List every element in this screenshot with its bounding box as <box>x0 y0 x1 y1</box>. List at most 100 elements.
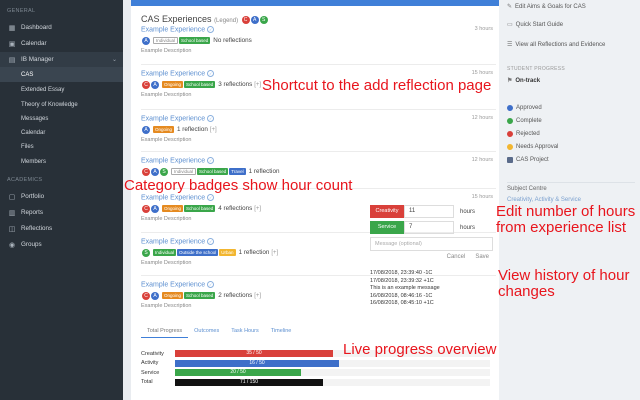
sidebar-item-reports[interactable]: ▥ Reports <box>0 205 123 220</box>
check-icon: ✓ <box>207 194 215 201</box>
experience-title[interactable]: Example Experience ✓ <box>141 115 496 122</box>
status-badge: ⚑ On-track <box>507 77 541 85</box>
experience-item: Example Experience ✓ 3 hours A Individual Sch… <box>141 26 496 54</box>
view-reflections-link[interactable]: ☰ View all Reflections and Evidence <box>507 41 605 49</box>
sidebar-item-dashboard[interactable]: ▦ Dashboard <box>0 20 123 35</box>
complete-icon <box>507 118 513 124</box>
tag-badge: Individual <box>153 37 179 45</box>
save-button[interactable]: Save <box>475 254 489 260</box>
experience-item: Example Experience ✓ 12 hours C A S Individual… <box>141 157 496 176</box>
experience-item: Example Experience ✓ 12 hours A Ongoing 1 ref… <box>141 115 496 143</box>
flag-icon: ⚑ <box>507 78 513 84</box>
progress-track: 71 / 150 <box>175 378 490 386</box>
history-item: 17/08/2018, 23:39:32 +1C <box>370 277 434 284</box>
check-icon: ✓ <box>207 26 215 33</box>
legend-needs-approval: Needs Approval <box>507 144 558 150</box>
groups-icon: ◉ <box>8 241 16 249</box>
progress-row: Activity 16 / 50 <box>141 359 491 369</box>
divider <box>141 151 496 152</box>
category-badge: C <box>142 291 150 300</box>
hour-history-list: 17/08/2018, 23:39:40 -1C 17/08/2018, 23:… <box>370 270 493 308</box>
main-content: CAS Experiences (Legend) CAS Example Exp… <box>131 0 499 400</box>
sidebar-item-extended-essay[interactable]: Extended Essay <box>0 82 123 97</box>
experience-title[interactable]: Example Experience ✓ <box>141 194 496 201</box>
divider <box>141 109 496 110</box>
annotation-shortcut: Shortcut to the add reflection page <box>262 77 492 94</box>
progress-tabs: Total Progress Outcomes Task Hours Timel… <box>141 325 297 338</box>
add-reflection-button[interactable]: [+] <box>254 206 261 212</box>
chevron-down-icon: ⌄ <box>111 57 117 63</box>
tab-total-progress[interactable]: Total Progress <box>141 325 189 338</box>
sidebar-item-members[interactable]: Members <box>0 154 123 169</box>
creativity-tag: Creativity <box>370 205 404 218</box>
history-item: 16/08/2018, 08:46:16 -1C <box>370 292 433 299</box>
progress-row: Total 71 / 150 <box>141 378 491 388</box>
sidebar-item-files[interactable]: Files <box>0 139 123 154</box>
experience-description: Example Description <box>141 137 192 144</box>
progress-text: 20 / 50 <box>230 369 246 376</box>
experience-title[interactable]: Example Experience ✓ <box>141 26 496 33</box>
tag-badge: Ongoing <box>162 292 184 300</box>
add-reflection-button[interactable]: [+] <box>271 250 278 256</box>
tab-task-hours[interactable]: Task Hours <box>225 325 265 338</box>
category-badge: A <box>142 125 150 134</box>
hour-row-service: Service 7 hours <box>370 221 493 234</box>
add-reflection-button[interactable]: [+] <box>210 127 217 133</box>
needs-approval-icon <box>507 144 513 150</box>
category-badge: A <box>151 204 159 213</box>
reflections-count: 3 reflections <box>218 81 253 89</box>
progress-text: 35 / 50 <box>246 350 262 357</box>
sidebar-section-general: GENERAL <box>7 8 36 14</box>
sidebar-item-groups[interactable]: ◉ Groups <box>0 237 123 252</box>
progress-row: Service 20 / 50 <box>141 368 491 378</box>
check-icon: ✓ <box>207 281 215 288</box>
category-badge: A <box>151 167 159 176</box>
sidebar-item-cas[interactable]: CAS <box>0 67 123 82</box>
legend-rejected: Rejected <box>507 131 540 137</box>
message-input[interactable]: Message (optional) <box>370 237 493 251</box>
tab-outcomes[interactable]: Outcomes <box>188 325 225 338</box>
experience-description: Example Description <box>141 260 192 267</box>
tag-badge: School based <box>197 168 229 176</box>
legend-service: S <box>259 15 268 24</box>
reflections-count: 1 reflection <box>177 126 208 134</box>
add-reflection-button[interactable]: [+] <box>254 293 261 299</box>
add-reflection-button[interactable]: [+] <box>254 82 261 88</box>
reflections-count: 1 reflection <box>238 249 270 257</box>
sidebar-item-sub-calendar[interactable]: Calendar <box>0 125 123 140</box>
quick-start-link[interactable]: ▭ Quick Start Guide <box>507 21 563 29</box>
sidebar-item-reflections[interactable]: ◫ Reflections <box>0 221 123 236</box>
check-icon: ✓ <box>207 238 215 245</box>
tag-badge: Ongoing <box>162 81 184 89</box>
edit-hours-panel: Creativity 11 hours Service 7 hours Mess… <box>370 205 493 260</box>
progress-label: Total <box>141 379 153 386</box>
reflections-count: No reflections <box>213 37 252 45</box>
sidebar-item-messages[interactable]: Messages <box>0 111 123 126</box>
tab-timeline[interactable]: Timeline <box>265 325 298 338</box>
sidebar-item-calendar[interactable]: ▣ Calendar <box>0 36 123 51</box>
tag-badge: Ongoing <box>153 126 175 134</box>
check-icon: ✓ <box>207 115 215 122</box>
tag-badge: Travel <box>229 168 246 176</box>
progress-text: 71 / 150 <box>239 378 259 385</box>
experience-title[interactable]: Example Experience ✓ <box>141 157 496 164</box>
tag-badge: School based <box>179 37 211 45</box>
reflections-icon: ◫ <box>8 225 16 233</box>
progress-label: Activity <box>141 360 159 367</box>
tag-badge: Outside the school <box>177 249 219 257</box>
category-badge: A <box>151 80 159 89</box>
history-item: 17/08/2018, 23:39:40 -1C <box>370 270 433 276</box>
cas-project-icon <box>507 157 513 163</box>
sidebar-item-portfolio[interactable]: ▢ Portfolio <box>0 189 123 204</box>
service-hours-input[interactable]: 7 <box>404 221 454 234</box>
creativity-hours-input[interactable]: 11 <box>404 205 454 218</box>
experience-hours: 15 hours <box>471 194 493 200</box>
sidebar-item-ib-manager[interactable]: ▤ IB Manager ⌄ <box>0 52 123 67</box>
sidebar-item-tok[interactable]: Theory of Knowledge <box>0 97 123 112</box>
cancel-button[interactable]: Cancel <box>447 254 466 260</box>
folder-icon: ▤ <box>8 56 16 64</box>
progress-label: Service <box>141 369 160 376</box>
edit-aims-link[interactable]: ✎ Edit Aims & Goals for CAS <box>507 3 586 11</box>
experience-hours: 12 hours <box>471 115 493 121</box>
experience-hours: 12 hours <box>471 157 493 163</box>
